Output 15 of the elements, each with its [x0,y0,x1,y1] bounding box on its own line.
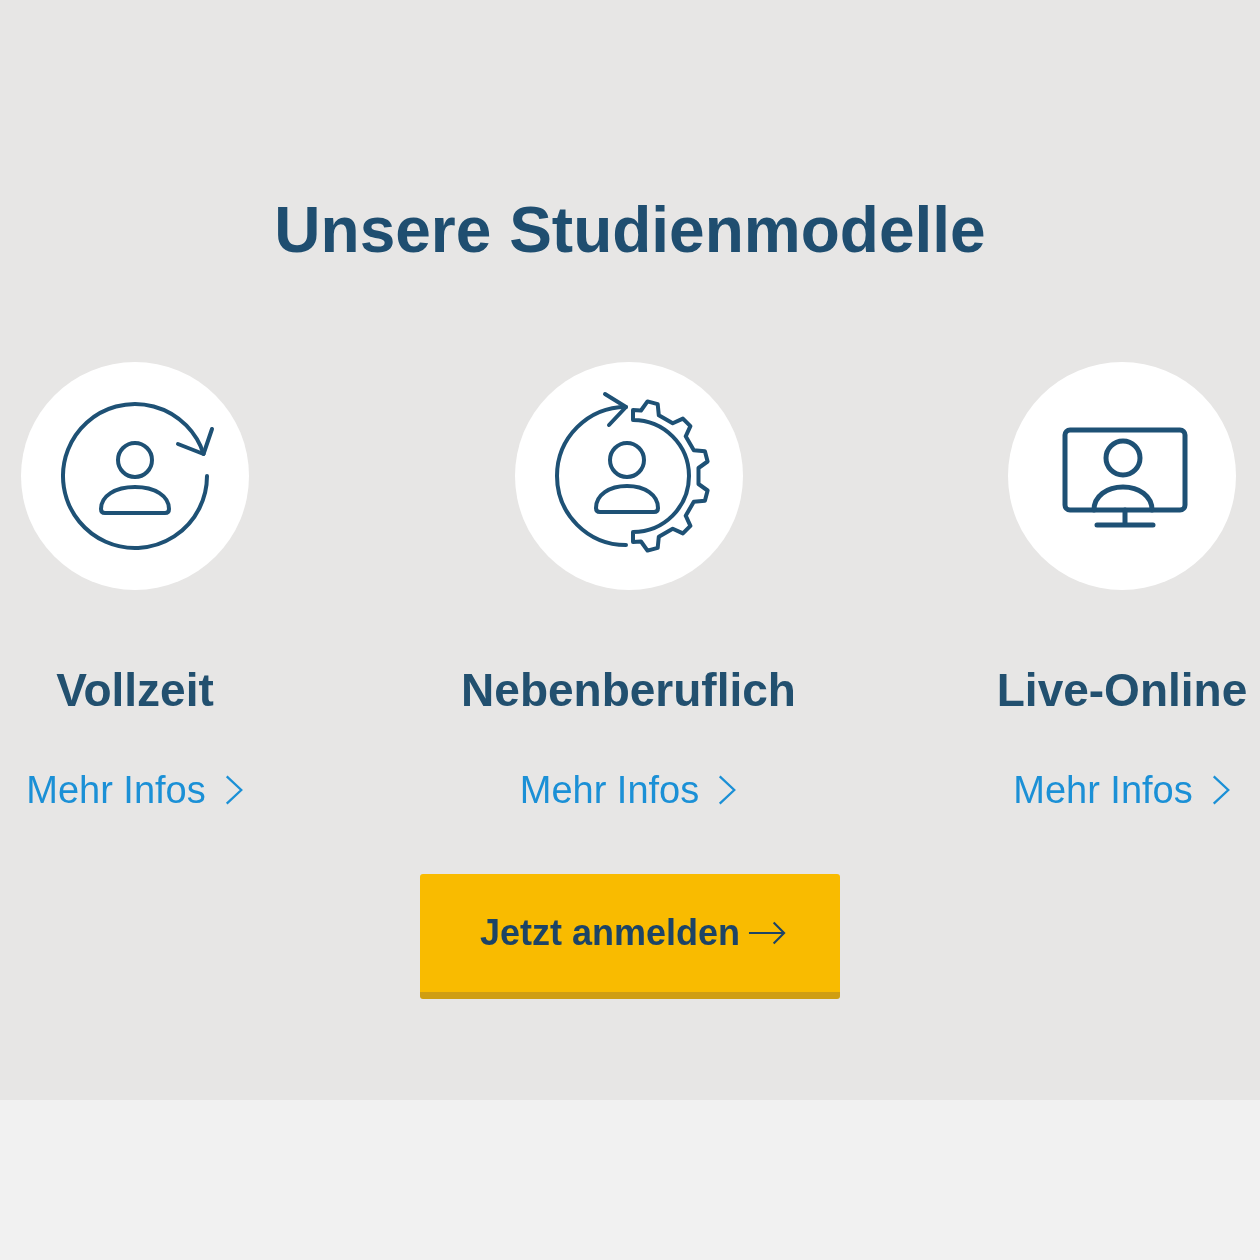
more-info-link[interactable]: Mehr Infos [26,767,244,813]
model-title: Vollzeit [56,663,214,718]
chevron-right-icon [717,774,738,806]
person-cycle-icon [21,362,249,590]
more-info-link[interactable]: Mehr Infos [519,767,738,813]
section-heading: Unsere Studienmodelle [274,193,986,268]
model-title: Nebenberuflich [461,663,796,718]
more-info-link[interactable]: Mehr Infos [1013,767,1231,813]
person-gear-icon [514,362,743,590]
arrow-right-icon [748,921,787,945]
chevron-right-icon [223,774,244,806]
chevron-right-icon [1210,774,1231,806]
person-monitor-icon [1008,362,1236,590]
register-button[interactable]: Jetzt anmelden [420,874,840,999]
model-title: Live-Online [996,663,1248,718]
